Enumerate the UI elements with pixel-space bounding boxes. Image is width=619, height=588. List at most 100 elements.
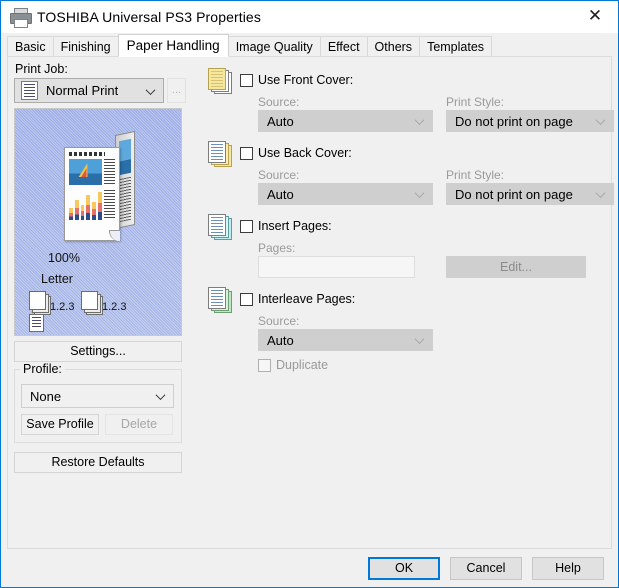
print-job-browse-button[interactable]: ... [167, 78, 186, 103]
save-profile-button[interactable]: Save Profile [21, 414, 99, 435]
preview-stack-left-label: 1.2.3 [50, 301, 75, 313]
chevron-down-icon [597, 189, 606, 198]
back-cover-source-label: Source: [258, 168, 300, 182]
interleave-pages-label: Interleave Pages: [258, 292, 356, 306]
front-cover-label: Use Front Cover: [258, 73, 354, 87]
tab-page-paper-handling: Print Job: Normal Print ... 100% Letter … [7, 56, 614, 549]
tab-templates[interactable]: Templates [419, 36, 493, 56]
front-cover-source-select: Auto [258, 110, 433, 132]
duplicate-label: Duplicate [276, 358, 329, 372]
insert-pages-edit-field: . Edit... [446, 241, 586, 278]
front-cover-source-field: Source: Auto [258, 95, 433, 132]
cancel-button[interactable]: Cancel [450, 556, 522, 580]
interleave-source-value: Auto [267, 332, 294, 348]
profile-group: Profile: None Save Profile Delete [14, 362, 182, 443]
back-cover-fields: Source: Auto Print Style: Do not print o… [258, 168, 614, 205]
insert-pages-checkbox[interactable] [240, 219, 253, 233]
tab-basic[interactable]: Basic [7, 36, 54, 56]
close-icon[interactable]: ✕ [572, 1, 618, 32]
interleave-pages-header: Interleave Pages: [206, 284, 603, 314]
delete-profile-button: Delete [105, 414, 173, 435]
left-panel: Print Job: Normal Print ... 100% Letter … [14, 62, 196, 473]
front-cover-checkbox[interactable] [240, 73, 253, 87]
front-cover-style-select: Do not print on page [446, 110, 614, 132]
document-icon [21, 81, 38, 100]
restore-defaults-button[interactable]: Restore Defaults [14, 452, 182, 473]
insert-pages-edit-button: Edit... [446, 256, 586, 278]
preview-mini-document-icon [29, 314, 44, 332]
title-bar: TOSHIBA Universal PS3 Properties ✕ [1, 1, 618, 33]
back-cover-style-label: Print Style: [446, 168, 505, 182]
back-cover-style-field: Print Style: Do not print on page [446, 168, 614, 205]
duplicate-row: Duplicate [258, 358, 603, 372]
back-cover-label: Use Back Cover: [258, 146, 352, 160]
interleave-source-label: Source: [258, 314, 300, 328]
window-title: TOSHIBA Universal PS3 Properties [37, 9, 261, 25]
back-cover-icon [206, 140, 234, 167]
profile-select[interactable]: None [21, 384, 174, 408]
preview-paper-size: Letter [41, 272, 73, 286]
preview-stack-right: 1.2.3 [81, 291, 127, 315]
back-cover-checkbox[interactable] [240, 146, 253, 160]
tab-paper-handling[interactable]: Paper Handling [117, 34, 229, 57]
preview-front-sheet [64, 147, 120, 241]
tab-image-quality[interactable]: Image Quality [227, 36, 321, 56]
chevron-down-icon [416, 116, 425, 125]
back-cover-block: Use Back Cover: Source: Auto Print Style… [206, 138, 614, 205]
front-cover-style-value: Do not print on page [455, 113, 573, 129]
preview-stack-left: 1.2.3 [29, 291, 75, 315]
insert-pages-label: Insert Pages: [258, 219, 332, 233]
help-button[interactable]: Help [532, 556, 604, 580]
back-cover-source-field: Source: Auto [258, 168, 433, 205]
tab-others[interactable]: Others [366, 36, 421, 56]
front-cover-fields: Source: Auto Print Style: Do not print o… [258, 95, 614, 132]
print-job-row: Normal Print ... [14, 78, 196, 103]
properties-dialog: TOSHIBA Universal PS3 Properties ✕ Basic… [0, 0, 619, 588]
interleave-pages-checkbox[interactable] [240, 292, 253, 306]
chevron-down-icon [157, 391, 166, 400]
front-cover-icon [206, 67, 234, 94]
front-cover-block: Use Front Cover: Source: Auto Print Styl… [206, 65, 614, 132]
front-cover-style-field: Print Style: Do not print on page [446, 95, 614, 132]
ok-button[interactable]: OK [368, 556, 440, 580]
insert-pages-pages-field: Pages: [258, 241, 415, 278]
back-cover-style-value: Do not print on page [455, 186, 573, 202]
front-cover-style-label: Print Style: [446, 95, 505, 109]
back-cover-header: Use Back Cover: [206, 138, 603, 168]
print-job-value: Normal Print [46, 83, 119, 98]
paper-handling-options: Use Front Cover: Source: Auto Print Styl… [206, 65, 614, 372]
chevron-down-icon [147, 85, 156, 94]
interleave-pages-block: Interleave Pages: Source: Auto Duplicate [206, 284, 603, 372]
profile-group-label: Profile: [20, 362, 65, 376]
insert-pages-icon [206, 213, 234, 240]
print-preview: 100% Letter 1.2.3 1.2.3 [14, 108, 182, 336]
front-cover-header: Use Front Cover: [206, 65, 603, 95]
tab-effect[interactable]: Effect [319, 36, 368, 56]
preview-stack-right-label: 1.2.3 [102, 301, 127, 313]
insert-pages-header: Insert Pages: [206, 211, 603, 241]
insert-pages-fields: Pages: . Edit... [258, 241, 603, 278]
printer-icon [9, 7, 32, 28]
back-cover-style-select: Do not print on page [446, 183, 614, 205]
insert-pages-block: Insert Pages: Pages: . Edit... [206, 211, 603, 278]
dialog-footer: OK Cancel Help [1, 549, 618, 587]
chevron-down-icon [416, 189, 425, 198]
interleave-source-select: Auto [258, 329, 433, 351]
interleave-pages-icon [206, 286, 234, 313]
duplicate-checkbox [258, 358, 271, 372]
chevron-down-icon [597, 116, 606, 125]
interleave-source-field: Source: Auto [258, 314, 433, 351]
print-job-select[interactable]: Normal Print [14, 78, 164, 103]
insert-pages-input[interactable] [258, 256, 415, 278]
back-cover-source-select: Auto [258, 183, 433, 205]
tab-strip: Basic Finishing Paper Handling Image Qua… [1, 33, 618, 57]
chevron-down-icon [416, 335, 425, 344]
settings-button[interactable]: Settings... [14, 341, 182, 362]
tab-finishing[interactable]: Finishing [52, 36, 119, 56]
preview-zoom-level: 100% [48, 251, 80, 265]
insert-pages-pages-label: Pages: [258, 241, 296, 255]
profile-buttons: Save Profile Delete [21, 414, 175, 435]
front-cover-source-value: Auto [267, 113, 294, 129]
back-cover-source-value: Auto [267, 186, 294, 202]
interleave-pages-fields: Source: Auto [258, 314, 603, 351]
